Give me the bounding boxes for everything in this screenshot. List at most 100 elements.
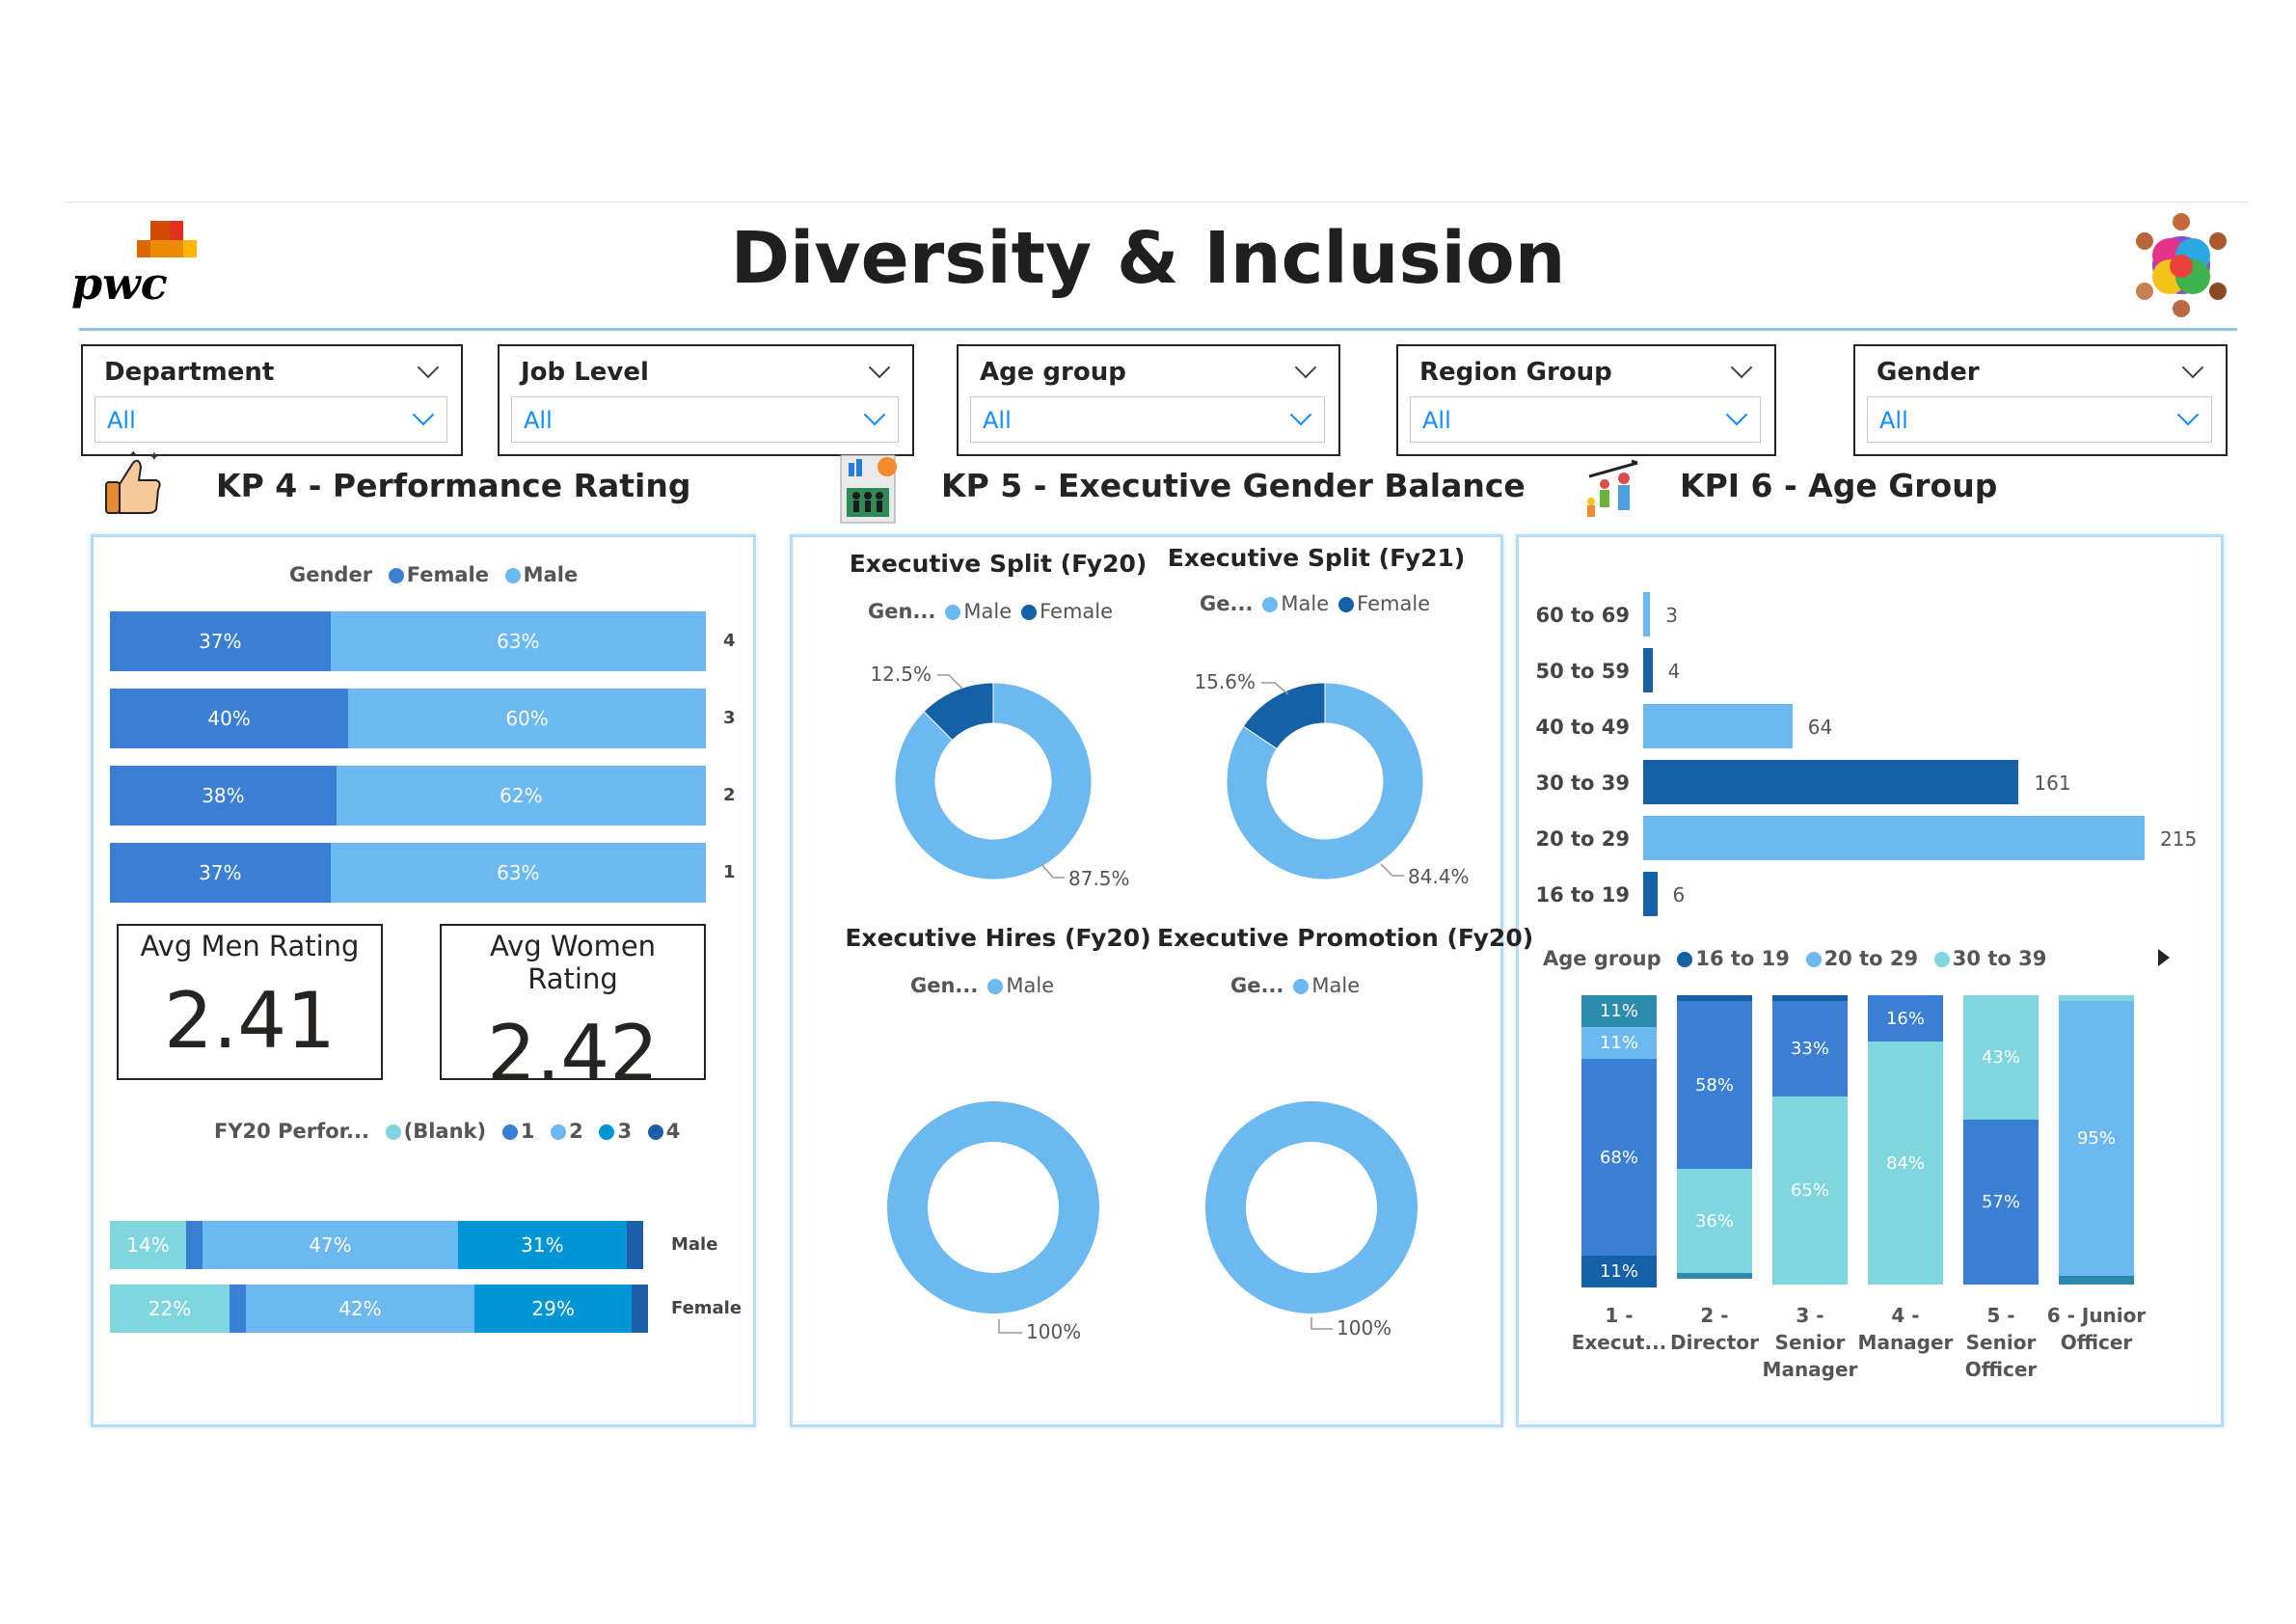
donut-slice-male[interactable] xyxy=(887,1101,1099,1313)
age-group-legend: Age group 16 to 19 20 to 29 30 to 39 xyxy=(1543,947,2046,970)
bar-segment-male[interactable]: 63% xyxy=(330,843,706,903)
column-segment-20-to-29[interactable]: 95% xyxy=(2059,1001,2134,1276)
avg-women-rating-card: Avg Women Rating 2.42 xyxy=(440,924,706,1098)
data-label: 84.4% xyxy=(1408,865,1470,888)
data-label: 100% xyxy=(1026,1320,1081,1343)
age-group-slicer-title: Age group xyxy=(980,358,1126,387)
column-segment-30-to-39[interactable]: 65% xyxy=(1772,1096,1848,1285)
bar-row: 22% 42% 29% xyxy=(110,1285,654,1333)
bar-segment-female[interactable]: 37% xyxy=(110,611,331,671)
column-segment-50-to-59[interactable]: 11% xyxy=(1581,995,1657,1027)
leader-line xyxy=(1310,1317,1333,1330)
bar-row: 37% 63% xyxy=(110,611,706,671)
age-group-slicer: Age group All xyxy=(957,344,1340,456)
exec-split-fy21-donut: 15.6% 84.4% xyxy=(1180,646,1470,907)
exec-split-fy20-title: Executive Split (Fy20) xyxy=(849,550,1148,578)
data-label: 87.5% xyxy=(1068,867,1130,890)
donut-svg: 100% xyxy=(1205,1101,1418,1340)
age-group-icon xyxy=(1583,457,1645,519)
age-bar-value: 215 xyxy=(2160,827,2198,851)
age-category-label: 40 to 49 xyxy=(1535,716,1630,739)
age-category-label: 60 to 69 xyxy=(1535,604,1630,627)
bar-segment-rating-1[interactable] xyxy=(185,1221,203,1269)
region-group-slicer: Region Group All xyxy=(1396,344,1776,456)
age-bar[interactable] xyxy=(1643,648,1653,692)
legend-item-male: Male xyxy=(963,600,1013,623)
legend-item-2: 2 xyxy=(569,1120,583,1143)
exec-promotion-fy20-legend: Ge... Male xyxy=(1230,974,1360,997)
department-dropdown[interactable]: All xyxy=(95,396,447,443)
bar-segment-rating-blank[interactable]: 22% xyxy=(110,1285,230,1333)
exec-split-fy20-donut: 12.5% 87.5% xyxy=(849,646,1138,907)
legend-dot-4 xyxy=(647,1124,663,1140)
chevron-down-icon xyxy=(1725,403,1748,426)
age-bar[interactable] xyxy=(1643,816,2145,860)
column-segment-50-to-59[interactable] xyxy=(1677,1273,1752,1279)
job-level-dropdown-value: All xyxy=(524,407,553,434)
region-group-dropdown[interactable]: All xyxy=(1410,396,1761,443)
header-divider xyxy=(79,328,2237,331)
bar-segment-rating-4[interactable] xyxy=(632,1285,649,1333)
fy20-performance-legend: FY20 Perfor... (Blank) 1 2 3 4 xyxy=(214,1120,680,1143)
bar-segment-rating-2[interactable]: 42% xyxy=(246,1285,474,1333)
chevron-down-icon[interactable] xyxy=(868,356,891,379)
legend-item-blank: (Blank) xyxy=(403,1120,487,1143)
bar-segment-female[interactable]: 40% xyxy=(110,689,349,748)
bar-row: 37% 63% xyxy=(110,843,706,903)
age-bar[interactable] xyxy=(1643,592,1651,636)
column-segment-50-to-59[interactable] xyxy=(2059,1276,2134,1285)
chevron-down-icon[interactable] xyxy=(2181,356,2204,379)
column-segment-30-to-39[interactable]: 36% xyxy=(1677,1169,1752,1273)
bar-segment-rating-blank[interactable]: 14% xyxy=(110,1221,186,1269)
page-title: Diversity & Inclusion xyxy=(730,217,1566,300)
bar-segment-female[interactable]: 38% xyxy=(110,766,337,826)
age-bar[interactable] xyxy=(1643,704,1793,748)
column-segment-30-to-39[interactable]: 43% xyxy=(1963,995,2039,1120)
job-level-label: 1 - Execut... xyxy=(1571,1304,1667,1354)
bar-segment-rating-3[interactable]: 29% xyxy=(473,1285,633,1333)
exec-split-fy20-legend: Gen... Male Female xyxy=(868,600,1113,623)
bar-segment-rating-3[interactable]: 31% xyxy=(457,1221,627,1269)
chevron-down-icon[interactable] xyxy=(1294,356,1317,379)
job-level-slicer-title: Job Level xyxy=(521,358,649,387)
donut-slice-male[interactable] xyxy=(894,682,1093,880)
bar-segment-male[interactable]: 62% xyxy=(336,766,706,826)
column-segment-40-to-49[interactable]: 33% xyxy=(1772,1001,1848,1096)
leader-line xyxy=(937,674,963,690)
column-segment-40-to-49[interactable]: 16% xyxy=(1868,995,1943,1042)
bar-segment-rating-2[interactable]: 47% xyxy=(202,1221,458,1269)
bar-segment-rating-4[interactable] xyxy=(626,1221,643,1269)
age-group-dropdown[interactable]: All xyxy=(970,396,1325,443)
column-segment-40-to-49[interactable]: 57% xyxy=(1963,1120,2039,1285)
column-segment-40-to-49[interactable]: 68% xyxy=(1581,1059,1657,1256)
bar-segment-rating-1[interactable] xyxy=(230,1285,246,1333)
job-level-label: 4 - Manager xyxy=(1857,1304,1954,1354)
bar-segment-male[interactable]: 60% xyxy=(348,689,706,748)
avg-women-rating-label: Avg Women Rating xyxy=(489,930,657,995)
age-bar[interactable] xyxy=(1643,760,2019,804)
data-label: 12.5% xyxy=(870,663,932,686)
chevron-down-icon xyxy=(863,403,886,426)
category-label: 1 xyxy=(723,862,736,882)
kp4-title: KP 4 - Performance Rating xyxy=(216,467,691,504)
chevron-down-icon[interactable] xyxy=(1730,356,1753,379)
bar-segment-male[interactable]: 63% xyxy=(330,611,706,671)
column-segment-40-to-49[interactable]: 58% xyxy=(1677,1001,1752,1169)
donut-slice-male[interactable] xyxy=(1205,1101,1418,1313)
bar-segment-female[interactable]: 37% xyxy=(110,843,331,903)
exec-hires-fy20-title: Executive Hires (Fy20) xyxy=(845,924,1151,952)
svg-text:✦: ✦ xyxy=(129,449,137,460)
column-segment-20-to-29[interactable]: 11% xyxy=(1581,1027,1657,1059)
gender-dropdown[interactable]: All xyxy=(1867,396,2212,443)
data-label: 100% xyxy=(1337,1316,1391,1340)
chevron-down-icon[interactable] xyxy=(417,356,440,379)
avg-men-rating-card: Avg Men Rating 2.41 xyxy=(117,924,383,1080)
column-segment-30-to-39[interactable]: 84% xyxy=(1868,1042,1943,1285)
age-bar[interactable] xyxy=(1643,872,1658,916)
age-group-bar-chart: 60 to 69 3 50 to 59 4 40 to 49 64 30 to 39 161 2… xyxy=(1526,584,2201,922)
column-segment-16-to-19[interactable]: 11% xyxy=(1581,1256,1657,1287)
legend-next-arrow[interactable] xyxy=(2158,949,2170,966)
exec-promotion-fy20-donut: 100% xyxy=(1157,1080,1466,1350)
job-level-dropdown[interactable]: All xyxy=(511,396,899,443)
legend-dot-2 xyxy=(551,1124,567,1140)
